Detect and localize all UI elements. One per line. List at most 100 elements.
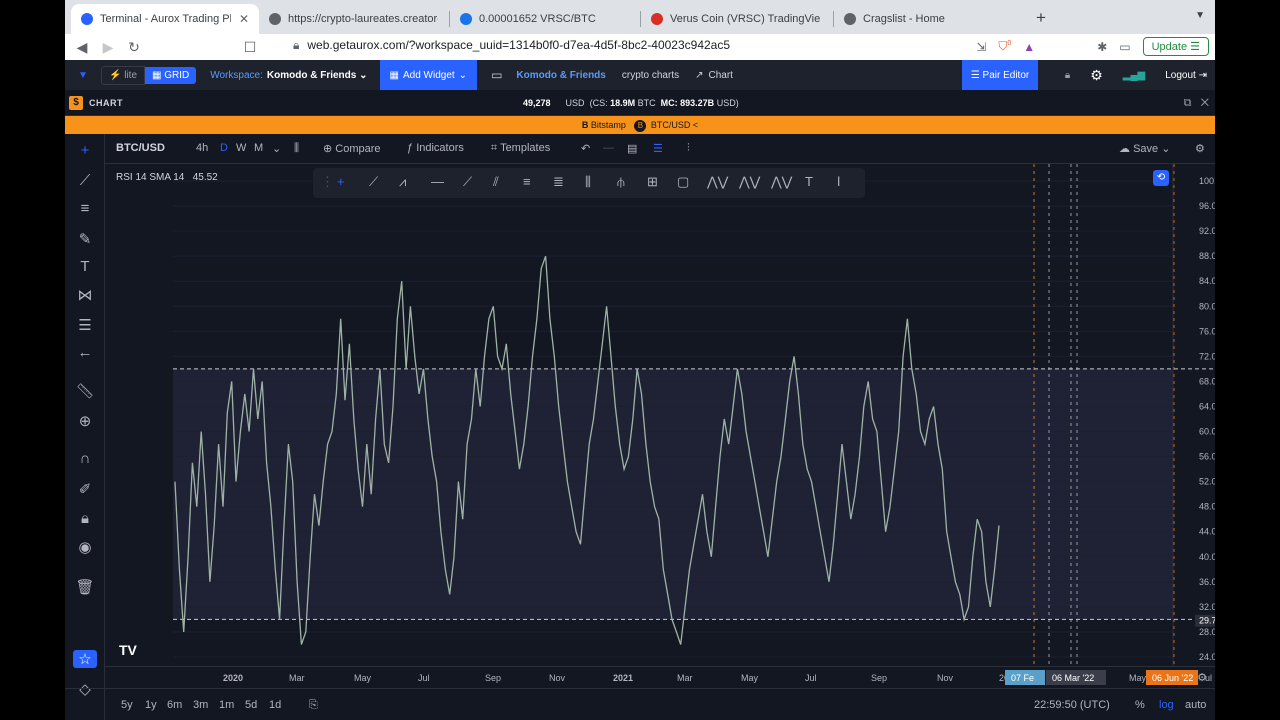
pair-editor-button[interactable]: ☰ Pair Editor <box>962 60 1038 90</box>
interval-4h[interactable]: 4h <box>196 142 208 154</box>
browser-tab-verus-tradingview[interactable]: Verus Coin (VRSC) TradingView Ch <box>641 4 833 34</box>
trash-icon[interactable]: 🗑︎ <box>75 578 95 596</box>
object-tree-icon[interactable]: ▤ <box>627 142 637 155</box>
browser-tab-craigslist[interactable]: Cragslist - Home <box>834 4 1024 34</box>
lite-mode-button[interactable]: ⚡ lite <box>101 65 146 85</box>
grid-mode-button[interactable]: ▦ GRID <box>145 66 197 84</box>
range-1y[interactable]: 1y <box>145 699 157 711</box>
workspace-link-komodo[interactable]: Komodo & Friends <box>516 70 605 81</box>
elliott-wave-icon[interactable]: ⋀⋁ <box>771 174 792 190</box>
abcd-pattern-icon[interactable]: ⋀⋁ <box>739 174 760 190</box>
rsi-chart-area[interactable]: 100.00 96.00 92.00 88.00 84.00 80.00 76.00 72.0… <box>105 164 1215 666</box>
vertical-line-icon[interactable]: ǀ <box>837 174 840 189</box>
trend-line-icon[interactable]: ⟋ <box>75 172 95 189</box>
undo-icon[interactable]: ↶ <box>581 142 590 155</box>
indicator-legend[interactable]: RSI 14 SMA 14 45.52 <box>116 172 218 183</box>
fib-retracement-icon[interactable]: ≡ <box>523 174 531 189</box>
bookmark-icon[interactable]: ☐ <box>237 39 263 56</box>
utc-clock[interactable]: 22:59:50 (UTC) <box>1034 699 1110 711</box>
url-field[interactable]: 🔒︎ web.getaurox.com/?workspace_uuid=1314b… <box>293 38 730 53</box>
pitchfork-icon[interactable]: ⫛ <box>617 174 625 190</box>
workspace-link-crypto-charts[interactable]: crypto charts <box>622 70 679 81</box>
text-tool-icon[interactable]: T <box>75 258 95 275</box>
add-widget-button[interactable]: ▦ Add Widget ⌄ <box>379 60 478 90</box>
log-scale-toggle[interactable]: log <box>1159 699 1174 711</box>
go-to-date-icon[interactable]: ⎘ <box>309 699 318 712</box>
xabcd-pattern-icon[interactable]: ⋀⋁ <box>707 174 728 190</box>
browser-tab-vrsc-btc[interactable]: 0.00001652 VRSC/BTC <box>450 4 640 34</box>
brush-icon[interactable]: ✎ <box>75 230 95 248</box>
fib-extension-icon[interactable]: ≣ <box>553 174 564 190</box>
percent-scale-toggle[interactable]: % <box>1135 699 1145 711</box>
templates-button[interactable]: ⌗ Templates <box>491 142 550 155</box>
polyline-icon[interactable]: ⩘ <box>399 174 406 190</box>
redo-icon[interactable]: — <box>603 142 614 154</box>
wallet-icon[interactable]: ▭ <box>1119 40 1130 54</box>
logout-button[interactable]: Logout ⇥ <box>1165 70 1207 81</box>
indicators-button[interactable]: ƒ Indicators <box>407 142 464 154</box>
share-icon[interactable]: < <box>693 120 698 130</box>
cast-icon[interactable]: ⇲ <box>976 40 986 54</box>
interval-m[interactable]: M <box>254 142 263 154</box>
data-window-icon[interactable]: ☰ <box>653 142 663 155</box>
range-1d[interactable]: 1d <box>269 699 281 711</box>
drag-handle-icon[interactable]: ⋮ <box>321 174 334 190</box>
browser-tab-crypto-laureates[interactable]: https://crypto-laureates.creator-sp <box>259 4 449 34</box>
extensions-puzzle-icon[interactable]: ✱ <box>1097 40 1107 54</box>
aurox-logo-icon[interactable]: ▼ <box>65 70 101 81</box>
interval-w[interactable]: W <box>236 142 246 154</box>
scale-toggle-icon[interactable]: ⟲ <box>1153 170 1169 186</box>
forward-arrow-icon[interactable]: ▶ <box>95 39 121 56</box>
reload-icon[interactable]: ↻ <box>121 39 147 56</box>
pattern-icon[interactable]: ⋈ <box>75 286 95 304</box>
auto-scale-toggle[interactable]: auto <box>1185 699 1206 711</box>
bar-style-icon[interactable]: ⫼ <box>294 142 299 155</box>
close-tab-icon[interactable]: ✕ <box>239 12 249 26</box>
crosshair-icon[interactable]: + <box>75 142 95 159</box>
hide-drawings-eye-icon[interactable]: ◉ <box>75 538 95 556</box>
browser-tab-aurox[interactable]: Terminal - Aurox Trading Platfo ✕ <box>71 4 259 34</box>
range-5d[interactable]: 5d <box>245 699 257 711</box>
range-6m[interactable]: 6m <box>167 699 182 711</box>
compare-button[interactable]: ⊕ Compare <box>323 142 381 155</box>
lock-drawings-icon[interactable]: 🔒︎ <box>75 510 95 527</box>
range-3m[interactable]: 3m <box>193 699 208 711</box>
lock-icon[interactable]: 🔒︎ <box>1065 70 1070 81</box>
back-arrow-icon[interactable]: ◀ <box>69 39 95 56</box>
rsi-chart[interactable]: 100.00 96.00 92.00 88.00 84.00 80.00 76.00 72.0… <box>105 164 1215 666</box>
ray-icon[interactable]: ⟋ <box>463 174 472 190</box>
brave-shield-icon[interactable]: ⛉0 <box>998 39 1011 54</box>
tradingview-logo-icon[interactable]: TV <box>119 642 137 658</box>
chart-settings-gear-icon[interactable]: ⚙ <box>1195 142 1205 155</box>
stay-drawing-icon[interactable]: ✐ <box>75 480 95 498</box>
rectangle-icon[interactable]: ▢ <box>677 174 689 190</box>
grid-box-icon[interactable]: ⊞ <box>647 174 658 190</box>
workspace-selector[interactable]: Komodo & Friends ⌄ <box>267 70 368 81</box>
exchange-strip[interactable]: B Bitstamp B BTC/USD < <box>65 116 1215 134</box>
interval-d[interactable]: D <box>220 142 228 154</box>
favorites-star-icon[interactable]: ☆ <box>73 650 97 668</box>
range-1m[interactable]: 1m <box>219 699 234 711</box>
tab-search-chevron-icon[interactable]: ▼ <box>1195 10 1205 21</box>
back-arrow-icon[interactable]: ← <box>75 344 95 361</box>
text-icon[interactable]: T <box>805 174 813 189</box>
new-tab-button[interactable]: + <box>1036 8 1046 28</box>
update-button[interactable]: Update ☰ <box>1142 37 1209 56</box>
workspace-screen-icon[interactable]: ▭ <box>491 68 502 82</box>
gann-icon[interactable]: ⫼ <box>585 174 591 190</box>
symbol-search[interactable]: BTC/USD <box>116 142 165 154</box>
horizontal-line-icon[interactable]: — <box>431 174 444 189</box>
save-cloud-button[interactable]: ☁ Save ⌄ <box>1119 142 1170 155</box>
trend-line-icon[interactable]: ⟋ <box>369 174 378 190</box>
settings-gear-icon[interactable]: ⚙ <box>1090 67 1103 84</box>
signal-bars-icon[interactable]: ▂▄▆ <box>1123 70 1145 81</box>
trading-panel-icon[interactable]: ⫶ <box>687 142 690 155</box>
popout-icon[interactable]: ⧉ <box>1184 97 1192 109</box>
fib-lines-icon[interactable]: ≡ <box>75 200 95 217</box>
axis-settings-gear-icon[interactable]: ⚙ <box>1197 671 1207 684</box>
magnet-icon[interactable]: ∩ <box>75 450 95 467</box>
brave-rewards-icon[interactable]: ▲ <box>1023 40 1035 54</box>
close-panel-icon[interactable]: ✕ <box>1201 97 1209 109</box>
channel-icon[interactable]: ⫽ <box>493 174 499 190</box>
zoom-in-icon[interactable]: ⊕ <box>75 412 95 430</box>
